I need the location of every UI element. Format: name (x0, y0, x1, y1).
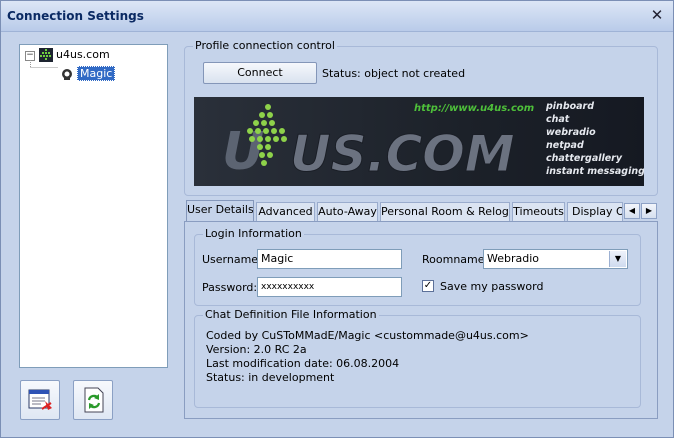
tab-auto-away[interactable]: Auto-Away (317, 202, 378, 221)
banner-feature: chat (546, 114, 570, 125)
banner-feature: chattergallery (546, 153, 623, 164)
password-field[interactable]: xxxxxxxxxx (257, 277, 402, 297)
save-password-checkbox[interactable]: ✓ (422, 280, 434, 292)
tab-user-details[interactable]: User Details (186, 200, 254, 222)
banner-url: http://www.u4us.com (414, 103, 534, 114)
connection-settings-window: Connection Settings ✕ − u4us.com Magic P… (0, 0, 674, 438)
username-label: Username: (202, 253, 262, 266)
banner-feature: pinboard (545, 101, 594, 112)
chevron-down-icon[interactable]: ▼ (609, 251, 626, 267)
title-bar: Connection Settings ✕ (1, 1, 673, 32)
profile-tree[interactable]: − u4us.com Magic (19, 44, 168, 368)
banner-logo-text: US.COM (290, 125, 515, 183)
banner-feature: webradio (546, 127, 596, 138)
u4us-logo: U US.COM http://www.u4us.com pinboard ch… (194, 97, 644, 186)
profile-icon (62, 69, 72, 80)
tree-item-magic-label: Magic (77, 66, 116, 81)
settings-tabs: User Details Advanced Auto-Away Personal… (186, 200, 658, 222)
banner-feature: netpad (546, 140, 584, 151)
tab-timeouts[interactable]: Timeouts (512, 202, 565, 221)
roomname-select[interactable]: Webradio ▼ (483, 249, 628, 269)
tab-display-options[interactable]: Display Op (567, 202, 623, 221)
new-profile-button[interactable] (20, 380, 60, 420)
refresh-icon (84, 387, 104, 413)
new-window-icon (28, 389, 52, 410)
login-info-legend: Login Information (203, 227, 304, 240)
chat-definition-legend: Chat Definition File Information (203, 308, 379, 321)
chatdef-coded-by: Coded by CuSToMMadE/Magic <custommade@u4… (206, 329, 529, 342)
refresh-button[interactable] (73, 380, 113, 420)
chatdef-version: Version: 2.0 RC 2a (206, 343, 307, 356)
close-icon[interactable]: ✕ (649, 7, 665, 23)
tree-lines (30, 60, 58, 68)
profile-connection-legend: Profile connection control (193, 39, 337, 52)
tree-item-u4us[interactable]: u4us.com (56, 47, 110, 63)
tab-advanced[interactable]: Advanced (256, 202, 315, 221)
tree-item-magic[interactable]: Magic (77, 66, 116, 82)
roomname-value: Webradio (487, 252, 540, 265)
chatdef-status: Status: in development (206, 371, 335, 384)
window-title: Connection Settings (7, 9, 144, 23)
tabs-scroll-right-icon[interactable]: ▶ (641, 203, 657, 219)
password-label: Password: (202, 281, 258, 294)
connect-button[interactable]: Connect (203, 62, 317, 84)
save-password-label[interactable]: Save my password (440, 280, 543, 293)
banner-feature: instant messaging (546, 166, 644, 177)
chatdef-modified: Last modification date: 06.08.2004 (206, 357, 400, 370)
u4us-banner[interactable]: U US.COM http://www.u4us.com pinboard ch… (194, 97, 644, 186)
tab-personal-room[interactable]: Personal Room & Relogin (380, 202, 510, 221)
roomname-label: Roomname: (422, 253, 489, 266)
username-field[interactable]: Magic (257, 249, 402, 269)
connection-status: Status: object not created (322, 67, 466, 80)
tabs-scroll-left-icon[interactable]: ◀ (624, 203, 640, 219)
